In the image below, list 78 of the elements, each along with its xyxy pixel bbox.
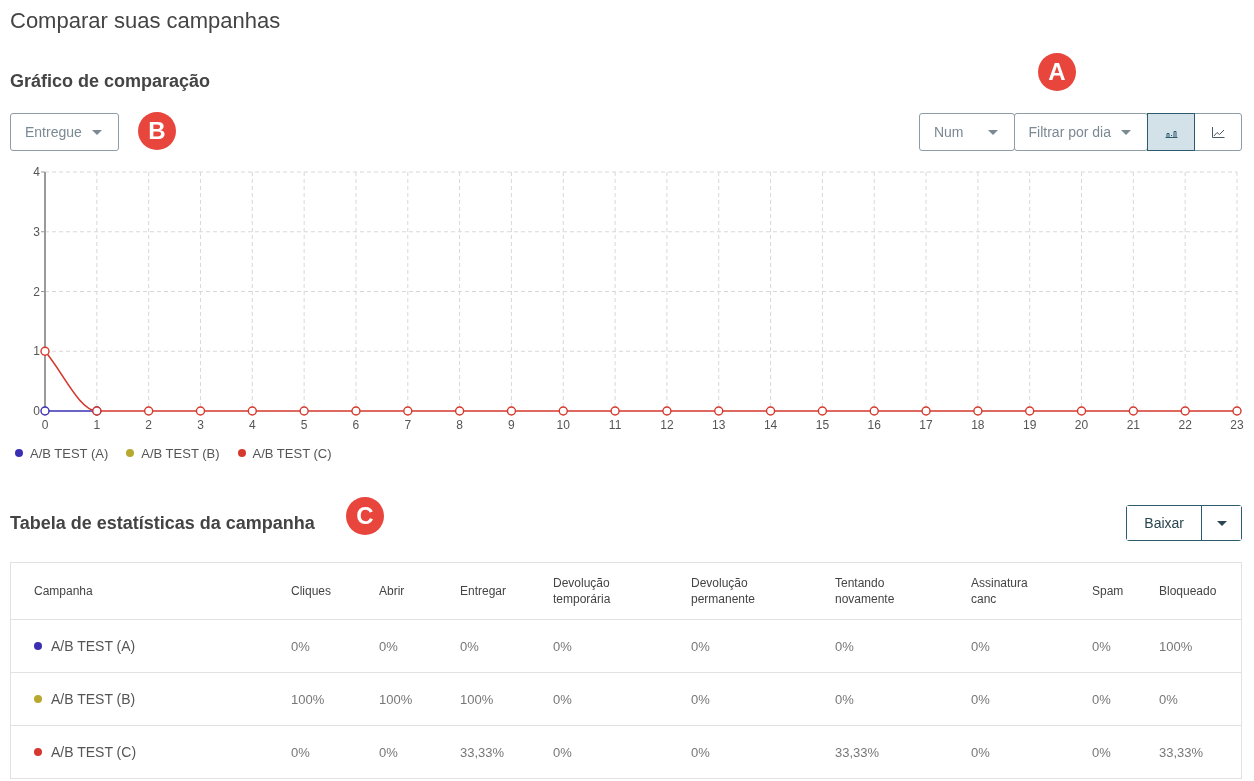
x-tick-label: 12: [660, 418, 674, 432]
section-title: Tabela de estatísticas da campanha: [10, 512, 315, 534]
table-cell: 0%: [553, 744, 572, 760]
table-cell: 0%: [691, 691, 710, 707]
column-header: Devolução temporária: [553, 575, 612, 607]
table-cell: 0%: [835, 638, 854, 654]
table-cell: 0%: [1092, 744, 1111, 760]
x-tick-label: 9: [508, 418, 515, 432]
x-tick-label: 16: [867, 418, 881, 432]
column-header: Campanha: [34, 583, 93, 599]
callout-marker: B: [138, 112, 176, 150]
table-cell: 0%: [460, 638, 479, 654]
legend-label: A/B TEST (A): [30, 445, 109, 461]
x-tick-label: 11: [608, 418, 622, 432]
x-tick-label: 13: [712, 418, 726, 432]
table-cell: 33,33%: [835, 744, 880, 760]
table-cell: 0%: [553, 638, 572, 654]
table-cell: 100%: [379, 691, 413, 707]
x-tick-label: 18: [971, 418, 985, 432]
table-cell: 0%: [971, 638, 990, 654]
x-tick-label: 15: [815, 418, 830, 432]
table-cell: 33,33%: [460, 744, 505, 760]
x-tick-label: 3: [197, 418, 204, 432]
campaign-name: A/B TEST (B): [51, 691, 136, 707]
table-cell: 100%: [460, 691, 494, 707]
x-tick-label: 22: [1178, 418, 1192, 432]
legend-label: A/B TEST (C): [252, 445, 332, 461]
table-cell: 0%: [1092, 638, 1111, 654]
column-header: Spam: [1092, 583, 1124, 599]
x-tick-label: 23: [1230, 418, 1244, 432]
column-header: Abrir: [379, 583, 405, 599]
column-header: Bloqueado: [1159, 583, 1217, 599]
table-cell: 0%: [379, 638, 398, 654]
x-tick-label: 10: [556, 418, 570, 432]
page-title: Comparar suas campanhas: [10, 7, 282, 35]
table-cell: 0%: [691, 744, 710, 760]
x-tick-label: 6: [352, 418, 360, 432]
section-title: Gráfico de comparação: [10, 70, 211, 92]
table-cell: 0%: [379, 744, 398, 760]
table-cell: 0%: [291, 638, 310, 654]
column-header: Tentando novamente: [835, 575, 896, 607]
table-cell: 33,33%: [1159, 744, 1204, 760]
column-header: Devolução permanente: [691, 575, 757, 607]
legend-label: A/B TEST (B): [141, 445, 220, 461]
y-tick-label: 3: [33, 224, 40, 239]
column-header: Entregar: [460, 583, 507, 599]
table-cell: 100%: [1159, 638, 1193, 654]
x-tick-label: 8: [456, 418, 463, 432]
x-tick-label: 2: [145, 418, 152, 432]
y-tick-label: 4: [33, 165, 40, 179]
table-cell: 0%: [691, 638, 710, 654]
table-cell: 0%: [291, 744, 310, 760]
table-cell: 0%: [1159, 691, 1178, 707]
y-tick-label: 2: [33, 284, 40, 299]
column-header: Cliques: [291, 583, 332, 599]
table-cell: 0%: [553, 691, 572, 707]
y-tick-label: 0: [33, 404, 40, 418]
x-tick-label: 0: [41, 418, 49, 432]
x-tick-label: 4: [248, 418, 256, 432]
table-cell: 0%: [971, 691, 990, 707]
x-tick-label: 20: [1074, 418, 1089, 432]
campaign-name: A/B TEST (A): [51, 638, 136, 654]
x-tick-label: 17: [919, 418, 933, 432]
x-tick-label: 5: [300, 418, 308, 432]
callout-marker: A: [1038, 53, 1076, 91]
x-tick-label: 14: [763, 418, 778, 432]
x-tick-label: 19: [1023, 418, 1037, 432]
callout-marker: C: [346, 497, 384, 535]
table-cell: 0%: [1092, 691, 1111, 707]
y-tick-label: 1: [33, 344, 40, 359]
table-cell: 0%: [835, 691, 854, 707]
x-tick-label: 7: [404, 418, 412, 432]
table-cell: 100%: [291, 691, 325, 707]
campaign-name: A/B TEST (C): [51, 744, 137, 760]
table-cell: 0%: [971, 744, 990, 760]
x-tick-label: 1: [93, 418, 101, 432]
column-header: Assinatura canc: [971, 575, 1029, 607]
x-tick-label: 21: [1126, 418, 1141, 432]
